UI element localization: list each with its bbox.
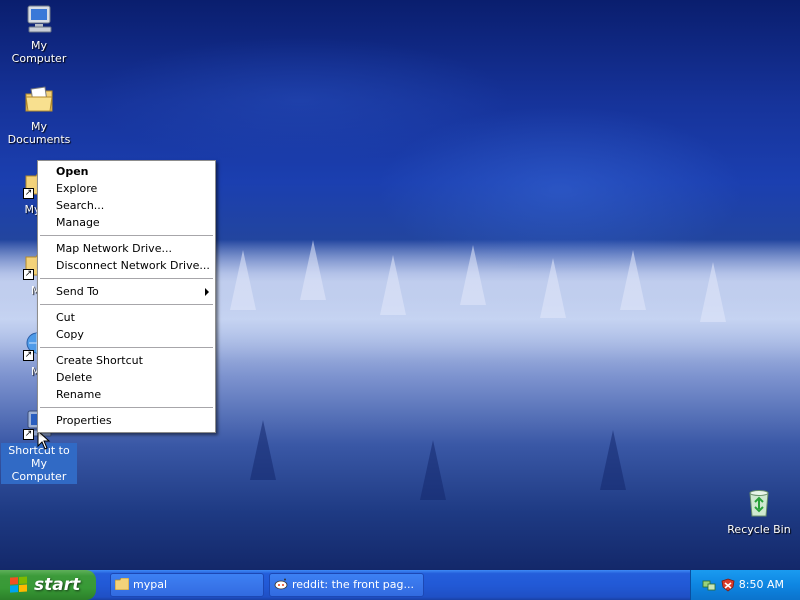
wallpaper-tree: [540, 258, 566, 318]
taskbar-button-label: reddit: the front pag...: [292, 578, 414, 591]
clock[interactable]: 8:50 AM: [739, 570, 784, 600]
menu-item-properties[interactable]: Properties: [38, 412, 215, 429]
recycle-bin-icon: [743, 487, 775, 519]
menu-item-label: Send To: [56, 285, 99, 298]
wallpaper-tree: [600, 430, 626, 490]
menu-separator: [40, 278, 213, 279]
menu-separator: [40, 304, 213, 305]
wallpaper-tree: [420, 440, 446, 500]
taskbar-button-reddit[interactable]: reddit: the front pag...: [269, 573, 424, 597]
mouse-cursor-icon: [37, 430, 51, 450]
menu-item-create-shortcut[interactable]: Create Shortcut: [38, 352, 215, 369]
menu-separator: [40, 235, 213, 236]
folder-icon: [115, 578, 129, 590]
menu-item-send-to[interactable]: Send To: [38, 283, 215, 300]
shortcut-arrow-icon: ↗: [23, 188, 34, 199]
shortcut-arrow-icon: ↗: [23, 269, 34, 280]
my-computer-icon: [23, 3, 55, 35]
desktop-icon-my-computer[interactable]: My Computer: [1, 3, 77, 66]
wallpaper-tree: [700, 262, 726, 322]
windows-logo-icon: [10, 576, 28, 593]
menu-item-map-network-drive[interactable]: Map Network Drive...: [38, 240, 215, 257]
menu-item-explore[interactable]: Explore: [38, 180, 215, 197]
security-shield-icon[interactable]: [721, 578, 735, 592]
menu-separator: [40, 347, 213, 348]
wallpaper-tree: [380, 255, 406, 315]
taskbar: start mypal reddit: the front pag... 8:5…: [0, 570, 800, 600]
desktop-icon-label: My Documents: [7, 120, 71, 146]
desktop-icon-my-documents[interactable]: My Documents: [1, 84, 77, 147]
desktop-icon-recycle-bin[interactable]: Recycle Bin: [721, 487, 797, 537]
taskbar-button-label: mypal: [133, 578, 168, 591]
wallpaper-tree: [300, 240, 326, 300]
my-documents-icon: [23, 84, 55, 116]
menu-separator: [40, 407, 213, 408]
menu-item-copy[interactable]: Copy: [38, 326, 215, 343]
wallpaper-tree: [460, 245, 486, 305]
wallpaper-tree: [620, 250, 646, 310]
menu-item-open[interactable]: Open: [38, 163, 215, 180]
context-menu: Open Explore Search... Manage Map Networ…: [37, 160, 216, 433]
reddit-alien-icon: [274, 578, 288, 590]
menu-item-delete[interactable]: Delete: [38, 369, 215, 386]
wallpaper-tree: [230, 250, 256, 310]
shortcut-arrow-icon: ↗: [23, 350, 34, 361]
submenu-arrow-icon: [205, 288, 209, 296]
desktop[interactable]: My Computer My Documents ↗ My Pi ↗: [0, 0, 800, 570]
system-tray: 8:50 AM: [690, 570, 800, 600]
start-label: start: [34, 575, 81, 595]
wallpaper-tree: [250, 420, 276, 480]
shortcut-arrow-icon: ↗: [23, 429, 34, 440]
desktop-icon-label: Recycle Bin: [727, 523, 791, 536]
desktop-icon-label: My Computer: [11, 39, 67, 65]
taskbar-button-mypal[interactable]: mypal: [110, 573, 264, 597]
menu-item-disconnect-network-drive[interactable]: Disconnect Network Drive...: [38, 257, 215, 274]
menu-item-search[interactable]: Search...: [38, 197, 215, 214]
menu-item-manage[interactable]: Manage: [38, 214, 215, 231]
start-button[interactable]: start: [0, 570, 96, 600]
network-tray-icon[interactable]: [702, 578, 716, 592]
menu-item-cut[interactable]: Cut: [38, 309, 215, 326]
menu-item-rename[interactable]: Rename: [38, 386, 215, 403]
